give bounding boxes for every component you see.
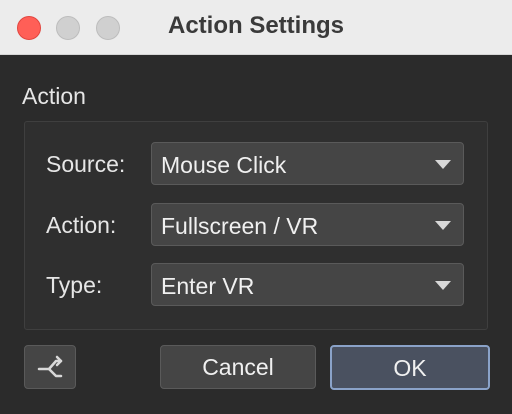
action-value: Fullscreen / VR xyxy=(161,213,319,239)
source-dropdown[interactable]: Mouse Click xyxy=(151,142,464,185)
branch-arrow-icon xyxy=(37,355,63,378)
type-value: Enter VR xyxy=(161,273,255,299)
action-dropdown[interactable]: Fullscreen / VR xyxy=(151,203,464,246)
action-settings-dialog: Action Settings Action Source: Mouse Cli… xyxy=(0,0,512,414)
chevron-down-icon xyxy=(435,221,451,230)
window-title: Action Settings xyxy=(167,12,344,39)
chevron-down-icon xyxy=(435,160,451,169)
action-label: Action: xyxy=(46,212,117,238)
section-title: Action xyxy=(22,83,86,109)
type-label: Type: xyxy=(46,272,103,298)
source-value: Mouse Click xyxy=(161,152,287,178)
title-bar: Action Settings xyxy=(0,0,512,55)
source-label: Source: xyxy=(46,151,126,177)
branch-action-button[interactable] xyxy=(24,345,76,389)
type-dropdown[interactable]: Enter VR xyxy=(151,263,464,306)
chevron-down-icon xyxy=(435,281,451,290)
cancel-button[interactable]: Cancel xyxy=(160,345,316,389)
ok-button[interactable]: OK xyxy=(330,345,490,390)
